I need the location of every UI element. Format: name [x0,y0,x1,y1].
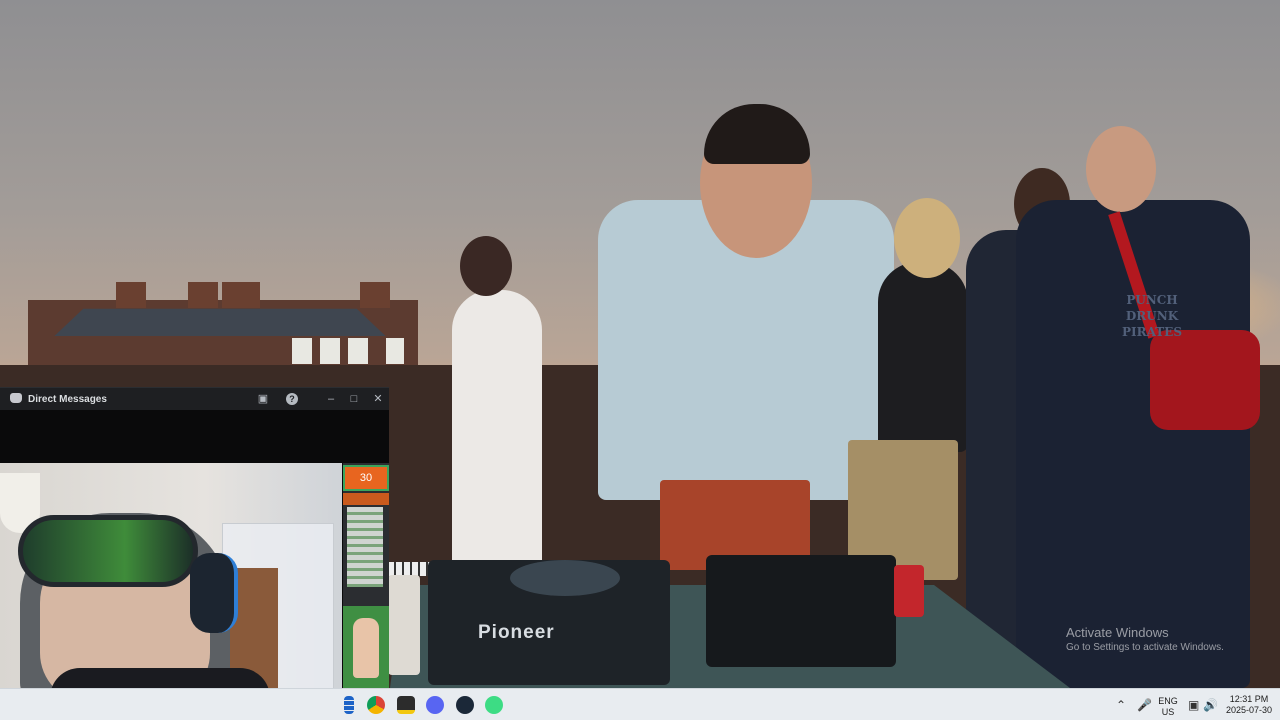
discord-dm-window[interactable]: Direct Messages ▣ ? – □ ✕ 30 [0,387,389,688]
chevron-up-icon[interactable]: ⌃ [1116,698,1126,712]
discord-logo-icon [10,393,22,403]
paper-cup [388,575,420,675]
ski-goggles [18,515,198,587]
windows-taskbar: ⌃ 🎤 ENG US ▣ 🔊 12:31 PM 2025-07-30 [0,688,1280,720]
building-window [320,338,340,364]
headset [190,553,238,633]
side-badge: 30 [343,465,389,491]
dm-window-title: Direct Messages [28,393,107,405]
activate-windows-watermark: Activate Windows Go to Settings to activ… [1066,625,1224,653]
woman-white-outfit [452,290,542,570]
thumbnail-stack [347,507,383,587]
thumbnail-figure [353,618,379,678]
bald-head [1086,126,1156,212]
steam-icon[interactable] [456,696,474,714]
red-bag [1150,330,1260,430]
chimney [360,282,390,308]
jog-wheel [510,560,620,596]
building-window [348,338,368,364]
inbox-icon[interactable]: ▣ [256,392,270,406]
building-window [386,338,404,364]
chimney [116,282,146,308]
pioneer-logo: Pioneer [478,622,555,643]
start-icon[interactable] [344,696,354,714]
android-icon[interactable] [485,696,503,714]
close-icon[interactable]: ✕ [371,392,385,406]
woman-head [460,236,512,296]
dm-titlebar[interactable]: Direct Messages ▣ ? – □ ✕ [0,388,389,410]
monitor-icon[interactable]: ▣ [1188,698,1199,712]
blonde-person [878,262,968,452]
volume-icon[interactable]: 🔊 [1203,698,1218,712]
microphone-icon[interactable]: 🎤 [1137,698,1152,712]
soda-can [894,565,924,617]
building-window [292,338,312,364]
language-indicator[interactable]: ENG US [1156,696,1180,718]
help-icon[interactable]: ? [286,393,298,405]
dj-hair [704,104,810,164]
side-badge-bar [343,493,389,505]
chimney [188,282,218,308]
dj-mixer [706,555,896,667]
clock[interactable]: 12:31 PM 2025-07-30 [1222,694,1276,716]
dark-shirt [50,668,270,688]
maximize-icon[interactable]: □ [347,392,361,406]
side-thumbnail-strip[interactable]: 30 [343,463,389,688]
chimney [222,282,260,308]
chrome-icon[interactable] [367,696,385,714]
minimize-icon[interactable]: – [324,392,338,406]
blonde-head [894,198,960,278]
shirt-print: PUNCH DRUNK PIRATES [1121,293,1182,339]
sticky-notes-icon[interactable] [397,696,415,714]
webcam-feed[interactable] [0,463,342,688]
discord-icon[interactable] [426,696,444,714]
